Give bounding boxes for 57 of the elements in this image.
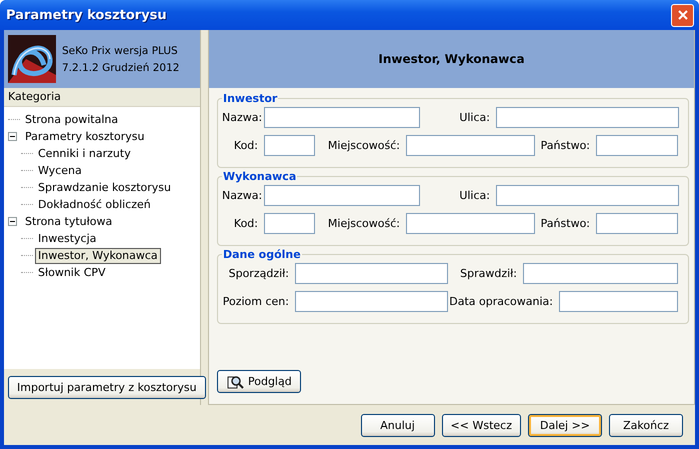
field-label: Miejscowość:: [326, 216, 401, 230]
product-name: SeKo Prix wersja PLUS: [62, 44, 179, 56]
group-title: Inwestor: [222, 92, 278, 105]
tree-item[interactable]: Słownik CPV: [35, 264, 109, 280]
collapse-icon[interactable]: [8, 132, 17, 141]
field-label: Kod:: [232, 138, 259, 152]
text-field[interactable]: [264, 106, 420, 128]
tree-item[interactable]: Cenniki i narzuty: [35, 146, 134, 162]
text-field[interactable]: [496, 106, 679, 128]
collapse-icon[interactable]: [8, 217, 17, 226]
version-text: 7.2.1.2 Grudzień 2012: [62, 62, 180, 74]
field-label: Sporządził:: [228, 266, 290, 280]
field-label: Data opracowania:: [448, 294, 554, 308]
field-label: Kod:: [232, 216, 259, 230]
tree-item[interactable]: Dokładność obliczeń: [35, 196, 154, 212]
text-field[interactable]: [295, 262, 448, 284]
field-label: Miejscowość:: [326, 138, 401, 152]
tree-item[interactable]: Sprawdzanie kosztorysu: [35, 180, 174, 196]
wizard-button[interactable]: Dalej >>: [528, 414, 602, 436]
text-field[interactable]: [406, 134, 535, 156]
group-title: Dane ogólne: [222, 248, 302, 261]
close-button[interactable]: [671, 4, 694, 26]
field-label: Ulica:: [458, 110, 491, 124]
wizard-button[interactable]: << Wstecz: [442, 414, 521, 436]
tree-item[interactable]: Strona powitalna: [22, 112, 122, 128]
field-label: Nazwa:: [222, 188, 264, 202]
tree-item[interactable]: Strona tytułowa: [22, 214, 116, 230]
wizard-button[interactable]: Zakończ: [609, 414, 683, 436]
field-label: Ulica:: [458, 188, 491, 202]
group-title: Wykonawca: [222, 170, 298, 183]
tree-item[interactable]: Parametry kosztorysu: [22, 128, 148, 144]
app-logo: [8, 35, 56, 83]
text-field[interactable]: [295, 290, 448, 312]
text-field[interactable]: [264, 212, 315, 234]
text-field[interactable]: [264, 184, 420, 206]
tree-header: Kategoria: [4, 88, 200, 107]
text-field[interactable]: [559, 290, 678, 312]
window-title: Parametry kosztorysu: [6, 8, 167, 22]
tree-item[interactable]: Wycena: [35, 162, 85, 178]
text-field[interactable]: [496, 184, 679, 206]
wizard-button[interactable]: Anuluj: [360, 414, 435, 436]
import-button[interactable]: Importuj parametry z kosztorysu: [8, 376, 206, 398]
text-field[interactable]: [596, 134, 678, 156]
text-field[interactable]: [523, 262, 678, 284]
close-icon: [676, 9, 688, 21]
text-field[interactable]: [596, 212, 678, 234]
text-field[interactable]: [264, 134, 315, 156]
field-label: Poziom cen:: [222, 294, 290, 308]
field-label: Państwo:: [540, 138, 591, 152]
field-label: Państwo:: [540, 216, 591, 230]
field-label: Nazwa:: [222, 110, 264, 124]
field-label: Sprawdził:: [459, 266, 518, 280]
page-title: Inwestor, Wykonawca: [209, 30, 694, 88]
tree-item[interactable]: Inwestycja: [35, 230, 100, 246]
preview-button[interactable]: Podgląd: [217, 370, 301, 393]
text-field[interactable]: [406, 212, 535, 234]
tree-item[interactable]: Inwestor, Wykonawca: [35, 248, 161, 264]
